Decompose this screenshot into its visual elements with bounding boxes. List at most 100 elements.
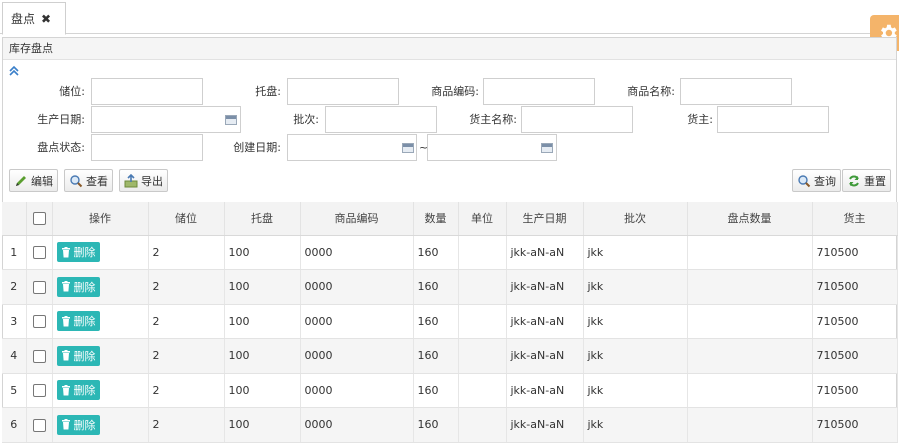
row-checkbox[interactable] bbox=[32, 384, 46, 397]
cell-batch: jkk bbox=[583, 269, 688, 305]
edit-button[interactable]: 编辑 bbox=[9, 169, 58, 192]
cell-quantity: 160 bbox=[413, 373, 459, 408]
cell-product-code: 0000 bbox=[300, 373, 414, 408]
header-production-date: 生产日期 bbox=[506, 202, 584, 236]
row-select[interactable] bbox=[26, 373, 53, 408]
export-icon bbox=[124, 173, 138, 188]
cell-pallet: 100 bbox=[224, 407, 301, 443]
cell-production-date: jkk-aN-aN bbox=[506, 373, 584, 408]
delete-button[interactable]: 删除 bbox=[56, 311, 100, 332]
header-location: 储位 bbox=[148, 202, 225, 236]
form-row-2: 生产日期: 批次: 货主名称: 货主: bbox=[3, 106, 898, 134]
row-select[interactable] bbox=[26, 269, 53, 305]
row-checkbox[interactable] bbox=[32, 246, 46, 259]
header-quantity: 数量 bbox=[413, 202, 459, 236]
refresh-icon bbox=[847, 174, 861, 188]
query-button[interactable]: 查询 bbox=[792, 169, 841, 192]
table-row[interactable]: 1 删除 2 100 0000 160 jkk-aN-aN jkk 710500 bbox=[2, 235, 898, 270]
cell-location: 2 bbox=[148, 269, 225, 305]
location-input[interactable] bbox=[91, 78, 203, 105]
count-status-select[interactable] bbox=[91, 134, 203, 161]
cell-batch: jkk bbox=[583, 373, 688, 408]
tab-label: 盘点 bbox=[11, 12, 36, 26]
cell-production-date: jkk-aN-aN bbox=[506, 407, 584, 443]
table-row[interactable]: 5 删除 2 100 0000 160 jkk-aN-aN jkk 710500 bbox=[2, 373, 898, 408]
owner-input[interactable] bbox=[717, 106, 829, 133]
close-icon[interactable]: ✖ bbox=[41, 12, 51, 26]
cell-production-date: jkk-aN-aN bbox=[506, 304, 584, 339]
reset-button[interactable]: 重置 bbox=[842, 169, 891, 192]
delete-button[interactable]: 删除 bbox=[56, 414, 100, 435]
product-code-input[interactable] bbox=[483, 78, 595, 105]
cell-production-date: jkk-aN-aN bbox=[506, 235, 584, 270]
table-row[interactable]: 2 删除 2 100 0000 160 jkk-aN-aN jkk 710500 bbox=[2, 269, 898, 305]
row-select[interactable] bbox=[26, 338, 53, 374]
pencil-icon bbox=[14, 174, 28, 188]
select-all-checkbox[interactable] bbox=[32, 212, 46, 225]
owner-label: 货主: bbox=[687, 113, 713, 126]
cell-quantity: 160 bbox=[413, 269, 459, 305]
product-name-input[interactable] bbox=[680, 78, 792, 105]
delete-button-label: 删除 bbox=[73, 418, 96, 432]
delete-button[interactable]: 删除 bbox=[56, 242, 100, 263]
search-icon bbox=[69, 174, 83, 188]
calendar-icon[interactable] bbox=[402, 143, 414, 153]
export-button[interactable]: 导出 bbox=[119, 169, 168, 192]
table-row[interactable]: 3 删除 2 100 0000 160 jkk-aN-aN jkk 710500 bbox=[2, 304, 898, 339]
created-date-end-input[interactable] bbox=[427, 134, 557, 161]
row-action: 删除 bbox=[52, 235, 149, 270]
cell-production-date: jkk-aN-aN bbox=[506, 338, 584, 374]
delete-button-label: 删除 bbox=[73, 246, 96, 260]
batch-input[interactable] bbox=[325, 106, 437, 133]
trash-icon bbox=[61, 315, 70, 327]
cell-batch: jkk bbox=[583, 407, 688, 443]
cell-unit bbox=[458, 235, 507, 270]
created-date-start-input[interactable] bbox=[287, 134, 417, 161]
delete-button[interactable]: 删除 bbox=[56, 345, 100, 366]
header-action: 操作 bbox=[52, 202, 149, 236]
calendar-icon[interactable] bbox=[225, 115, 237, 125]
owner-name-input[interactable] bbox=[521, 106, 633, 133]
cell-pallet: 100 bbox=[224, 235, 301, 270]
cell-location: 2 bbox=[148, 373, 225, 408]
row-select[interactable] bbox=[26, 407, 53, 443]
cell-batch: jkk bbox=[583, 235, 688, 270]
delete-button[interactable]: 删除 bbox=[56, 276, 100, 297]
cell-product-code: 0000 bbox=[300, 235, 414, 270]
row-checkbox[interactable] bbox=[32, 280, 46, 294]
delete-button-label: 删除 bbox=[73, 315, 96, 329]
production-date-input[interactable] bbox=[91, 106, 241, 133]
row-select[interactable] bbox=[26, 304, 53, 339]
form-row-3: 盘点状态: 创建日期: ~ bbox=[3, 134, 898, 162]
row-index: 5 bbox=[2, 373, 27, 408]
cell-quantity: 160 bbox=[413, 338, 459, 374]
view-button[interactable]: 查看 bbox=[64, 169, 113, 192]
delete-button-label: 删除 bbox=[73, 384, 96, 398]
cell-product-code: 0000 bbox=[300, 338, 414, 374]
row-checkbox[interactable] bbox=[32, 418, 46, 432]
row-select[interactable] bbox=[26, 235, 53, 270]
delete-button[interactable]: 删除 bbox=[56, 380, 100, 401]
row-checkbox[interactable] bbox=[32, 315, 46, 328]
table-row[interactable]: 4 删除 2 100 0000 160 jkk-aN-aN jkk 710500 bbox=[2, 338, 898, 374]
cell-pallet: 100 bbox=[224, 338, 301, 374]
row-index: 1 bbox=[2, 235, 27, 270]
cell-count-quantity bbox=[687, 373, 813, 408]
row-checkbox[interactable] bbox=[32, 349, 46, 363]
view-button-label: 查看 bbox=[86, 174, 108, 188]
cell-quantity: 160 bbox=[413, 235, 459, 270]
calendar-icon[interactable] bbox=[541, 143, 553, 153]
cell-owner: 710500 bbox=[812, 373, 898, 408]
cell-batch: jkk bbox=[583, 304, 688, 339]
tab-inventory-count[interactable]: 盘点 ✖ bbox=[2, 2, 66, 35]
collapse-icon[interactable] bbox=[9, 65, 19, 79]
cell-owner: 710500 bbox=[812, 269, 898, 305]
edit-button-label: 编辑 bbox=[31, 174, 53, 188]
row-action: 删除 bbox=[52, 304, 149, 339]
pallet-input[interactable] bbox=[287, 78, 399, 105]
table-row[interactable]: 6 删除 2 100 0000 160 jkk-aN-aN jkk 710500 bbox=[2, 407, 898, 443]
panel-title: 库存盘点 bbox=[3, 38, 896, 60]
cell-count-quantity bbox=[687, 304, 813, 339]
table-header: 操作 储位 托盘 商品编码 数量 单位 生产日期 批次 盘点数量 货主 bbox=[2, 202, 898, 236]
header-select-all[interactable] bbox=[26, 202, 53, 236]
